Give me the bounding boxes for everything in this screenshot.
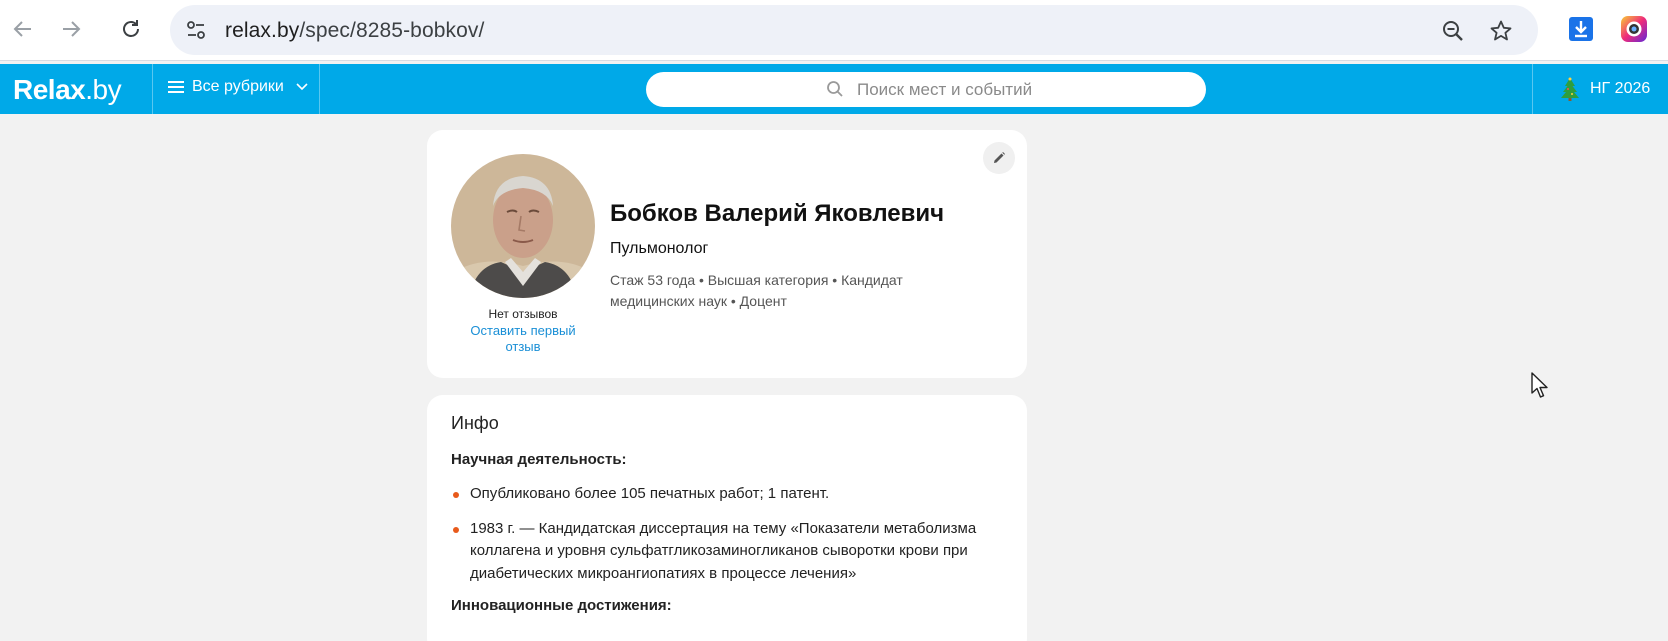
list-item-text: 1983 г. — Кандидатская диссертация на те… xyxy=(470,519,977,582)
header-divider xyxy=(1532,64,1533,114)
list-item: 1983 г. — Кандидатская диссертация на те… xyxy=(451,518,981,586)
science-list: Опубликовано более 105 печатных работ; 1… xyxy=(451,483,981,597)
header-divider xyxy=(152,64,153,114)
url-path: /spec/8285-bobkov/ xyxy=(299,19,485,42)
bookmark-star-icon[interactable] xyxy=(1488,18,1514,44)
innovation-heading: Инновационные достижения: xyxy=(451,597,672,614)
list-item-text: Опубликовано более 105 печатных работ; 1… xyxy=(470,485,830,502)
pencil-icon xyxy=(994,152,1005,163)
new-year-label: НГ 2026 xyxy=(1590,80,1651,97)
logo-main: Relax xyxy=(13,74,86,105)
list-item: Опубликовано более 105 печатных работ; 1… xyxy=(451,483,981,506)
zoom-icon[interactable] xyxy=(1440,18,1466,44)
search-placeholder: Поиск мест и событий xyxy=(857,80,1033,99)
info-card: Инфо Научная деятельность: Опубликовано … xyxy=(427,395,1027,641)
logo-suffix: .by xyxy=(85,74,122,105)
forward-button[interactable] xyxy=(56,14,86,44)
extension-icon[interactable] xyxy=(1620,15,1648,43)
url-text[interactable]: relax.by/spec/8285-bobkov/ xyxy=(225,19,484,43)
search-input[interactable]: Поиск мест и событий xyxy=(646,72,1206,107)
rubrics-label: Все рубрики xyxy=(192,78,284,95)
download-icon[interactable] xyxy=(1567,15,1595,43)
browser-toolbar: relax.by/spec/8285-bobkov/ xyxy=(0,0,1668,61)
new-year-link[interactable]: НГ 2026 xyxy=(1560,77,1650,101)
site-header: Relax.by Все рубрики Поиск мест и событи… xyxy=(0,64,1668,114)
doctor-specialty: Пульмонолог xyxy=(610,240,709,257)
address-bar[interactable]: relax.by/spec/8285-bobkov/ xyxy=(170,5,1538,55)
science-heading: Научная деятельность: xyxy=(451,451,627,468)
no-reviews-label: Нет отзывов xyxy=(488,307,558,321)
reload-icon xyxy=(123,20,139,37)
header-divider xyxy=(319,64,320,114)
info-title: Инфо xyxy=(451,413,499,433)
doctor-credentials: Стаж 53 года • Высшая категория • Кандид… xyxy=(610,272,903,309)
edit-button[interactable] xyxy=(983,142,1015,174)
all-rubrics-menu[interactable]: Все рубрики xyxy=(168,78,308,96)
back-button[interactable] xyxy=(8,14,38,44)
site-info-icon[interactable] xyxy=(184,18,208,42)
site-logo[interactable]: Relax.by xyxy=(13,74,122,106)
hamburger-icon xyxy=(168,81,184,93)
bullet-dot-icon xyxy=(453,526,459,533)
mouse-cursor-icon xyxy=(1531,372,1548,398)
doctor-name: Бобков Валерий Яковлевич xyxy=(610,200,945,227)
bullet-dot-icon xyxy=(453,492,459,498)
back-arrow-icon xyxy=(13,21,31,37)
chevron-down-icon xyxy=(296,83,308,91)
reload-button[interactable] xyxy=(116,14,146,44)
doctor-avatar xyxy=(451,154,595,298)
doctor-profile-card: Нет отзывов Оставить первый отзыв Бобков… xyxy=(427,130,1027,378)
forward-arrow-icon xyxy=(63,21,81,37)
leave-review-link[interactable]: Оставить первый отзыв xyxy=(463,323,583,355)
url-host: relax.by xyxy=(225,19,300,42)
search-icon xyxy=(827,81,843,97)
christmas-tree-icon xyxy=(1561,77,1579,101)
